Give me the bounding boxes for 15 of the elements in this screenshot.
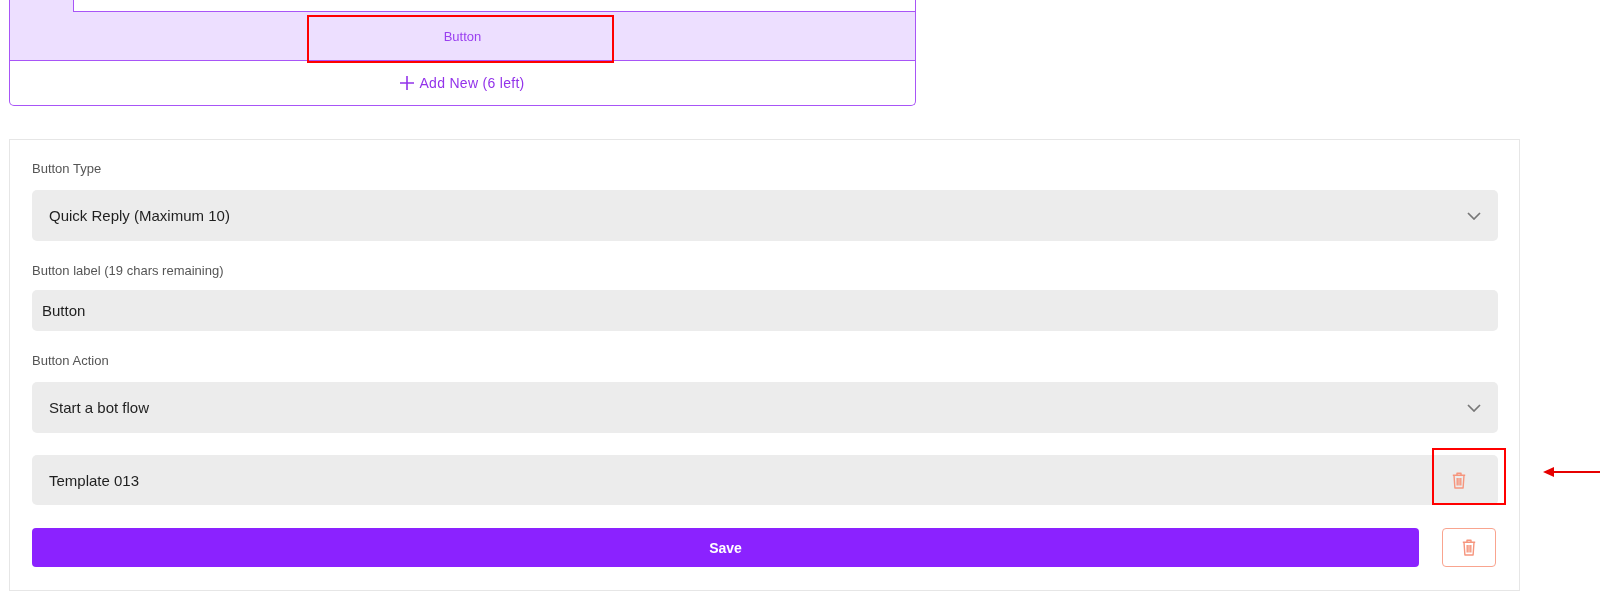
plus-icon	[400, 76, 415, 90]
save-button[interactable]: Save	[32, 528, 1419, 567]
field-label: Button Action	[32, 353, 110, 369]
template-field[interactable]: Template 013	[32, 455, 1498, 505]
add-new-button[interactable]: Add New (6 left)	[400, 75, 525, 91]
dropdown-field[interactable]: Start a bot flow	[32, 382, 1498, 433]
dropdown-field[interactable]: Quick Reply (Maximum 10)	[32, 190, 1498, 241]
trash-icon	[1452, 471, 1466, 489]
trash-icon	[1462, 539, 1476, 556]
chevron-down-icon	[1467, 403, 1481, 412]
field-label: Button Type	[32, 161, 103, 177]
text-input-field[interactable]: Button	[32, 290, 1498, 331]
delete-button[interactable]	[1442, 528, 1496, 567]
chevron-down-icon	[1467, 211, 1481, 220]
field-label: Button label (19 chars remaining)	[32, 263, 225, 279]
